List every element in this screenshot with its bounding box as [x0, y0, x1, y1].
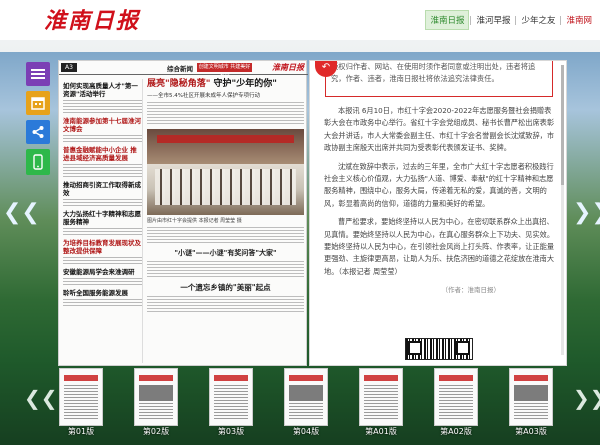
thumbnail-image [134, 368, 178, 426]
back-arrow-icon: ↶ [321, 62, 331, 73]
top-nav: 淮南日报 淮河早报 少年之友 淮南网 [425, 10, 596, 30]
thumbnail-label: 第01版 [67, 427, 95, 436]
next-page-arrow-icon[interactable]: ❯❯ [573, 200, 600, 225]
thumbnail-label: 第A02版 [440, 427, 472, 436]
strip-prev-arrow-icon[interactable]: ❮❮ [24, 386, 58, 410]
article-headline[interactable]: 大力弘扬红十字精神和志愿服务精神 [63, 210, 142, 226]
left-column: 如何实现高质量人才"第一资源"活动举行 淮南能源参加第十七届淮河文博会 普惠金融… [63, 79, 143, 363]
main-headline[interactable]: 展亮"隐秘角落" 守护"少年的你" [147, 79, 304, 90]
share-button[interactable] [26, 120, 50, 144]
article-headline[interactable]: 一个遗忘乡镇的"美丽"起点 [147, 282, 304, 293]
thumbnail-image [284, 368, 328, 426]
thumbnail-page-02[interactable]: 第02版 [130, 368, 182, 436]
site-logo[interactable]: 淮南日报 [44, 3, 140, 35]
calendar-button[interactable] [26, 91, 50, 115]
thumbnail-label: 第A03版 [515, 427, 547, 436]
copyright-notice: 版权归作者、网站、在使用时须作者同意或注明出处，违者将追究，作者、违者，淮南日报… [325, 61, 553, 97]
text-block [63, 257, 142, 265]
newspaper-page[interactable]: A3 综合新闻 创建文明城市 共建美好家园 淮南日报 如何实现高质量人才"第一资… [58, 60, 308, 366]
main-headline-left: 展亮"隐秘角落" [147, 79, 211, 89]
text-block [63, 299, 142, 307]
nav-divider [515, 15, 517, 25]
thumbnail-page-a02[interactable]: 第A02版 [430, 368, 482, 436]
text-block [147, 261, 304, 277]
calendar-icon [31, 97, 45, 110]
thumbnail-label: 第02版 [142, 427, 170, 436]
page-slogan: 创建文明城市 共建美好家园 [197, 63, 252, 79]
text-block [147, 102, 304, 126]
text-block [63, 228, 142, 236]
strip-next-arrow-icon[interactable]: ❯❯ [573, 386, 600, 410]
nav-item-youth-friend[interactable]: 少年之友 [517, 11, 559, 29]
text-block [63, 100, 142, 114]
text-block [147, 227, 304, 243]
header-bar: 淮南日报 淮南日报 淮河早报 少年之友 淮南网 [0, 0, 600, 40]
photo-caption: 图片由市红十字会提供 本报记者 周莹莹 摄 [147, 218, 242, 224]
article-body: 本报讯 6月10日，市红十字会2020-2022年志愿服务暨社会捐赠表彰大会在市… [324, 105, 554, 294]
prev-page-arrow-icon[interactable]: ❮❮ [3, 200, 40, 225]
article-headline[interactable]: 推动招商引资工作取得新成效 [63, 181, 142, 197]
thumbnail-label: 第04版 [292, 427, 320, 436]
article-signature: （作者：淮南日报） [441, 286, 501, 295]
side-toolbar [26, 62, 50, 180]
page-section: 综合新闻 [167, 65, 193, 73]
article-headline[interactable]: 普惠金融赋能中小企业 推进县域经济高质量发展 [63, 146, 142, 162]
thumbnail-image [434, 368, 478, 426]
main-headline-right: 守护"少年的你" [213, 79, 277, 89]
article-headline[interactable]: "小谜"——小谜"有奖问答"大家" [147, 248, 304, 258]
nav-item-huainan-net[interactable]: 淮南网 [562, 11, 596, 29]
thumbnail-label: 第A01版 [365, 427, 397, 436]
thumbnail-image [509, 368, 553, 426]
article-headline[interactable]: 如何实现高质量人才"第一资源"活动举行 [63, 82, 142, 98]
nav-divider [560, 15, 562, 25]
thumbnail-image [59, 368, 103, 426]
article-headline[interactable]: 安徽能源局学会来淮调研 [63, 268, 142, 276]
thumbnail-page-a01[interactable]: 第A01版 [355, 368, 407, 436]
mobile-button[interactable] [26, 149, 50, 175]
thumbnail-image [209, 368, 253, 426]
thumbnail-strip: ❮❮ 第01版 第02版 第03版 第04版 第A01版 第A02版 第A03版… [0, 368, 600, 445]
text-block [63, 278, 142, 286]
news-photo[interactable] [147, 129, 304, 215]
main-subheadline: ——全市5.4%社区开展未成年人保护专项行动 [147, 93, 260, 99]
thumbnail-page-a03[interactable]: 第A03版 [505, 368, 557, 436]
article-headline[interactable]: 淮南能源参加第十七届淮河文博会 [63, 117, 142, 133]
paper-header: A3 综合新闻 创建文明城市 共建美好家园 淮南日报 [59, 61, 308, 79]
menu-icon [31, 69, 45, 79]
nav-divider [470, 15, 472, 25]
right-column: 展亮"隐秘角落" 守护"少年的你" ——全市5.4%社区开展未成年人保护专项行动… [147, 79, 304, 363]
text-block [147, 296, 304, 312]
page-number: A3 [61, 63, 77, 72]
thumbnail-label: 第03版 [217, 427, 245, 436]
article-paragraph: 曹严松要求，要始终坚持以人民为中心，在密切联系群众上出真招、见真情。要始终坚持以… [324, 217, 555, 276]
scrollbar-thumb[interactable] [561, 65, 564, 185]
nav-item-huainan-daily[interactable]: 淮南日报 [425, 10, 470, 30]
thumbnail-page-04[interactable]: 第04版 [280, 368, 332, 436]
article-paragraph: 本报讯 6月10日，市红十字会2020-2022年志愿服务暨社会捐赠表彰大会在市… [324, 106, 555, 153]
text-block [63, 199, 142, 207]
photo-people [155, 169, 296, 205]
thumbnail-image [359, 368, 403, 426]
photo-banner [157, 135, 294, 143]
qr-code-icon [405, 338, 473, 360]
paper-logo: 淮南日报 [272, 62, 304, 72]
text-block [63, 164, 142, 178]
article-paragraph: 沈斌在致辞中表示，过去的三年里，全市广大红十字志愿者积极践行社会主义核心价值观，… [324, 161, 554, 208]
thumbnail-page-01[interactable]: 第01版 [55, 368, 107, 436]
menu-button[interactable] [26, 62, 50, 86]
share-icon [32, 126, 44, 138]
article-headline[interactable]: 为培养目标教育发展现状及整改提供保障 [63, 239, 142, 255]
nav-item-huaihe-morning[interactable]: 淮河早报 [472, 11, 514, 29]
phone-icon [33, 154, 43, 170]
text-block [63, 135, 142, 143]
article-headline[interactable]: 聆听全国服务能源发展 [63, 289, 142, 297]
thumbnail-page-03[interactable]: 第03版 [205, 368, 257, 436]
article-panel: 版权归作者、网站、在使用时须作者同意或注明出处，违者将追究，作者、违者，淮南日报… [309, 60, 567, 366]
